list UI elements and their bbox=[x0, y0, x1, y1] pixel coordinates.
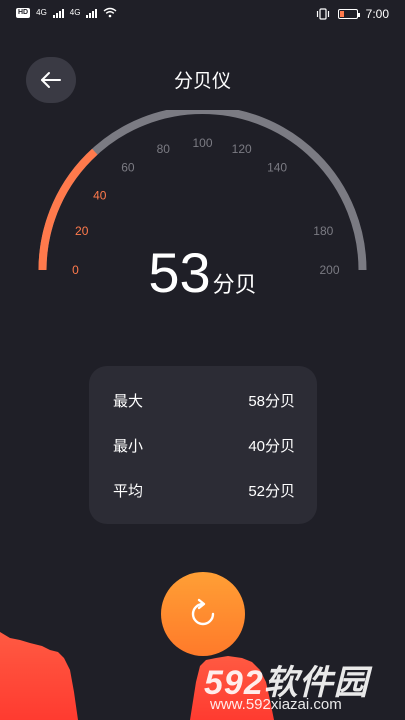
network-label-2: 4G bbox=[69, 8, 81, 17]
gauge-tick-label: 40 bbox=[93, 188, 107, 202]
reading-unit: 分贝 bbox=[212, 273, 257, 298]
gauge-tick-label: 60 bbox=[121, 160, 135, 174]
gauge-tick-label: 100 bbox=[192, 136, 212, 150]
reading-value: 53 bbox=[148, 241, 211, 304]
hd-badge: HD bbox=[16, 7, 31, 18]
stat-row-avg: 平均 52分贝 bbox=[113, 478, 295, 502]
refresh-icon bbox=[191, 598, 215, 626]
stat-label: 最大 bbox=[113, 391, 144, 410]
page-title: 分贝仪 bbox=[173, 70, 231, 92]
gauge-tick-label: 140 bbox=[267, 160, 287, 174]
battery-icon bbox=[337, 9, 360, 19]
gauge-tick-label: 20 bbox=[75, 224, 89, 238]
status-right: 7:00 bbox=[316, 7, 389, 21]
watermark: 592软件园 www.592xiazai.com bbox=[200, 655, 405, 720]
status-bar: HD 4G 4G 7:00 bbox=[0, 0, 405, 28]
watermark-url: www.592xiazai.com bbox=[210, 696, 342, 713]
stat-value: 52分贝 bbox=[248, 482, 295, 500]
stat-label: 最小 bbox=[113, 436, 144, 455]
stat-value: 58分贝 bbox=[248, 392, 295, 410]
stats-card: 最大 58分贝 最小 40分贝 平均 52分贝 bbox=[89, 366, 317, 524]
gauge-tick-label: 80 bbox=[157, 142, 171, 156]
wifi-icon bbox=[104, 7, 117, 18]
signal-icon bbox=[52, 8, 64, 18]
gauge-tick-label: 180 bbox=[313, 224, 333, 238]
stat-value: 40分贝 bbox=[248, 437, 295, 455]
status-time: 7:00 bbox=[365, 7, 389, 21]
battery-fill bbox=[339, 11, 345, 17]
current-reading: 53分贝 bbox=[0, 240, 405, 305]
status-left: HD 4G 4G bbox=[16, 7, 117, 18]
signal-icon-2 bbox=[86, 8, 98, 18]
network-label-1: 4G bbox=[36, 8, 47, 17]
stat-row-max: 最大 58分贝 bbox=[113, 388, 295, 412]
reset-button[interactable] bbox=[161, 572, 245, 656]
stat-row-min: 最小 40分贝 bbox=[113, 433, 295, 457]
gauge-tick-label: 120 bbox=[232, 142, 252, 156]
stat-label: 平均 bbox=[113, 481, 144, 500]
vibrate-icon bbox=[316, 8, 329, 20]
